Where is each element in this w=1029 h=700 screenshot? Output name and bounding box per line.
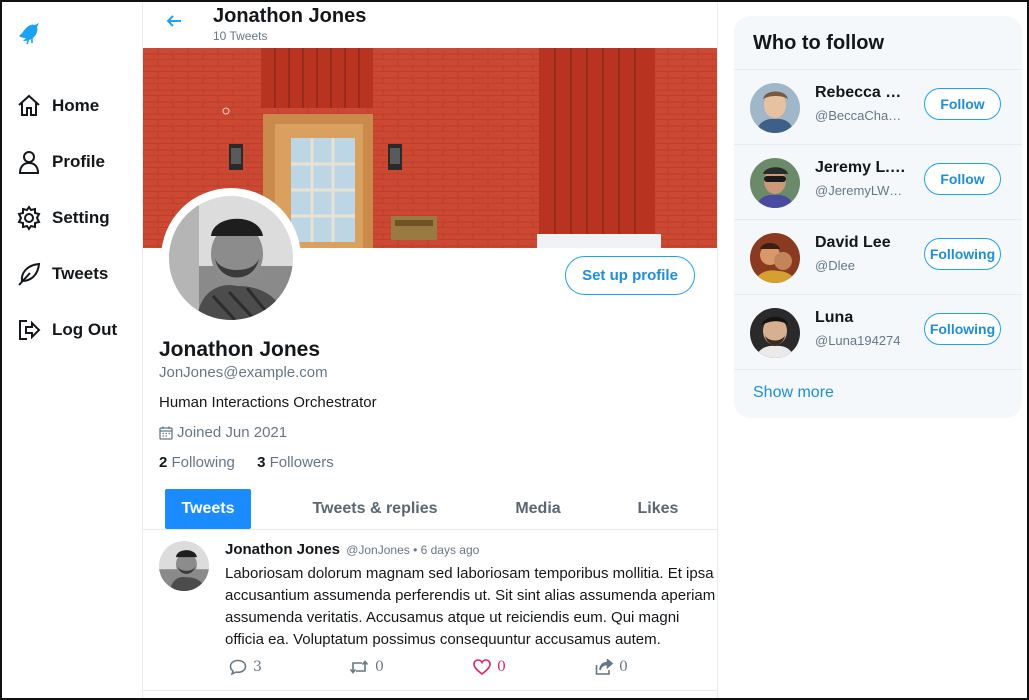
tweet-text: Laboriosam dolorum magnam sed laboriosam… (225, 565, 716, 648)
follow-suggestion[interactable]: Jeremy L.… @JeremyLWong Follow (734, 144, 1022, 219)
profile-tabs: Tweets Tweets & replies Media Likes (143, 488, 717, 530)
logout-icon (16, 317, 42, 343)
heart-icon (473, 659, 491, 675)
suggestion-handle: @JeremyLWong (815, 183, 909, 198)
nav-profile[interactable]: Profile (16, 147, 105, 177)
suggestion-handle: @BeccaCha… (815, 108, 902, 123)
tab-likes[interactable]: Likes (623, 489, 693, 529)
tweet-author[interactable]: Jonathon Jones (225, 541, 340, 558)
share-button[interactable]: 0 (595, 659, 628, 675)
suggestion-handle: @Dlee (815, 258, 855, 273)
retweet-icon (349, 660, 369, 674)
sidebar: Home Profile Setting Tweets Log Out (2, 2, 142, 698)
follow-button[interactable]: Follow (924, 88, 1001, 120)
nav-profile-label: Profile (52, 152, 105, 171)
comment-icon (229, 659, 247, 675)
share-count: 0 (619, 659, 628, 675)
suggestion-handle: @Luna194274 (815, 333, 901, 348)
who-to-follow-title: Who to follow (753, 32, 885, 54)
retweet-count: 0 (375, 659, 384, 675)
who-to-follow-panel: Who to follow Rebecca … @BeccaCha… Follo… (734, 16, 1022, 418)
reply-button[interactable]: 3 (229, 659, 262, 675)
header-tweet-count: 10 Tweets (213, 29, 268, 43)
setup-profile-button[interactable]: Set up profile (565, 256, 695, 295)
suggestion-name[interactable]: Luna (815, 309, 909, 327)
back-arrow-icon[interactable] (165, 12, 183, 30)
followers-label: Followers (269, 454, 334, 471)
profile-bio: Human Interactions Orchestrator (159, 394, 377, 411)
follow-suggestion[interactable]: David Lee @Dlee Following (734, 219, 1022, 294)
retweet-button[interactable]: 0 (349, 659, 384, 675)
tweet-item[interactable]: Jonathon Jones @JonJones • 6 days ago La… (143, 531, 717, 691)
nav-home[interactable]: Home (16, 91, 99, 121)
profile-joined-text: Joined Jun 2021 (177, 424, 288, 441)
avatar[interactable] (750, 233, 800, 283)
following-button[interactable]: Following (924, 313, 1001, 345)
following-label: Following (171, 454, 235, 471)
gear-icon (16, 205, 42, 231)
tab-media[interactable]: Media (499, 489, 577, 529)
suggestion-name[interactable]: Rebecca … (815, 84, 909, 102)
avatar[interactable] (750, 83, 800, 133)
avatar[interactable] (750, 158, 800, 208)
show-more-link[interactable]: Show more (753, 384, 834, 402)
tweet-avatar[interactable] (159, 541, 209, 591)
profile-avatar[interactable] (161, 188, 301, 328)
follow-suggestion[interactable]: Rebecca … @BeccaCha… Follow (734, 69, 1022, 144)
profile-name: Jonathon Jones (159, 338, 321, 361)
follow-button[interactable]: Follow (924, 163, 1001, 195)
header-name: Jonathon Jones (213, 5, 367, 27)
tweet-meta: @JonJones • 6 days ago (346, 543, 480, 557)
followers-count: 3 (257, 454, 266, 471)
tab-tweets-replies[interactable]: Tweets & replies (305, 489, 445, 529)
following-button[interactable]: Following (924, 238, 1001, 270)
feather-icon (16, 261, 42, 287)
like-count: 0 (497, 659, 506, 675)
nav-setting[interactable]: Setting (16, 203, 110, 233)
following-stat[interactable]: 2 Following (159, 454, 235, 471)
suggestion-name[interactable]: Jeremy L.… (815, 159, 909, 177)
like-button[interactable]: 0 (473, 659, 506, 675)
user-icon (16, 149, 42, 175)
nav-tweets-label: Tweets (52, 264, 109, 283)
profile-joined: Joined Jun 2021 (159, 424, 287, 441)
share-icon (595, 659, 613, 675)
calendar-icon (159, 426, 173, 440)
nav-logout[interactable]: Log Out (16, 315, 117, 345)
nav-logout-label: Log Out (52, 320, 118, 339)
profile-column: Jonathon Jones 10 Tweets Set up profile … (142, 2, 718, 698)
bird-logo-icon[interactable] (16, 20, 44, 46)
followers-stat[interactable]: 3 Followers (257, 454, 334, 471)
home-icon (16, 93, 42, 119)
nav-tweets[interactable]: Tweets (16, 259, 108, 289)
avatar[interactable] (750, 308, 800, 358)
nav-setting-label: Setting (52, 208, 110, 227)
following-count: 2 (159, 454, 168, 471)
tab-tweets[interactable]: Tweets (165, 489, 251, 529)
suggestion-name[interactable]: David Lee (815, 234, 909, 252)
profile-email: JonJones@example.com (159, 364, 328, 381)
tweet-header: Jonathon Jones @JonJones • 6 days ago (225, 541, 479, 558)
profile-stats: 2 Following 3 Followers (159, 454, 352, 471)
reply-count: 3 (253, 659, 262, 675)
follow-suggestion[interactable]: Luna @Luna194274 Following (734, 294, 1022, 369)
profile-header: Jonathon Jones 10 Tweets (143, 2, 717, 48)
nav-home-label: Home (52, 96, 100, 115)
